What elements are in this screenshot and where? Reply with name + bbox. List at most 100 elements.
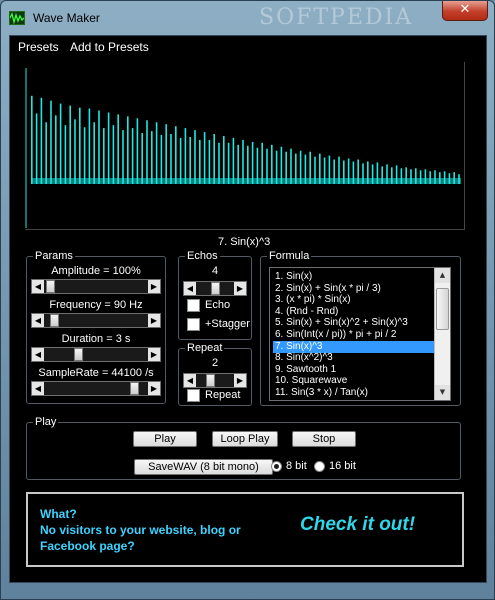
play-button[interactable]: Play: [133, 431, 197, 447]
slider-thumb[interactable]: [211, 282, 220, 295]
waveform-bar: [131, 128, 134, 184]
waveform-bar: [79, 107, 81, 184]
right-arrow-icon[interactable]: ▶: [148, 348, 160, 361]
8bit-radio[interactable]: [271, 461, 282, 472]
slider-thumb[interactable]: [74, 348, 83, 361]
params-group: Params Amplitude = 100% ◀ ▶ Frequency = …: [26, 250, 166, 404]
current-formula: 7. Sin(x)^3: [218, 236, 271, 248]
close-button[interactable]: ✕: [442, 1, 488, 21]
formula-list-item[interactable]: 6. Sin(Int(x / pi)) * pi + pi / 2: [273, 329, 439, 341]
frequency-label: Frequency = 90 Hz: [49, 299, 143, 311]
left-arrow-icon[interactable]: ◀: [184, 374, 196, 387]
right-arrow-icon[interactable]: ▶: [148, 280, 160, 293]
right-arrow-icon[interactable]: ▶: [148, 382, 160, 395]
formula-list-item[interactable]: 11. Sin(3 * x) / Tan(x): [273, 387, 439, 399]
waveform-bar: [146, 120, 148, 184]
left-arrow-icon[interactable]: ◀: [32, 280, 44, 293]
waveform-bar: [155, 122, 158, 184]
waveform-bar: [227, 142, 230, 184]
params-group-title: Params: [33, 250, 75, 262]
scroll-up-icon[interactable]: ▲: [435, 268, 450, 283]
waveform-bar: [208, 139, 211, 184]
client-area: Presets Add to Presets 7. Sin(x)^3 Param…: [9, 35, 487, 583]
right-arrow-icon[interactable]: ▶: [148, 314, 160, 327]
waveform-bar: [69, 105, 71, 184]
formula-listbox[interactable]: 1. Sin(x) 2. Sin(x) + Sin(x * pi / 3) 3. (…: [269, 267, 451, 401]
formula-list-item[interactable]: 4. (Rnd - Rnd): [273, 306, 439, 318]
echo-checkbox[interactable]: [187, 299, 200, 312]
formula-list-item[interactable]: 9. Sawtooth 1: [273, 364, 439, 376]
stop-button[interactable]: Stop: [292, 431, 356, 447]
waveform-bar: [98, 110, 100, 184]
echos-group: Echos 4 ◀ ▶ Echo +Stagger: [178, 250, 252, 340]
samplerate-slider[interactable]: ◀ ▶: [31, 381, 161, 396]
16bit-label: 16 bit: [329, 460, 356, 472]
waveform-display: [25, 62, 465, 230]
right-arrow-icon[interactable]: ▶: [234, 282, 246, 295]
waveform-plot: [25, 68, 461, 228]
formula-list-item[interactable]: 5. Sin(x) + Sin(x)^2 + Sin(x)^3: [273, 317, 439, 329]
left-arrow-icon[interactable]: ◀: [32, 382, 44, 395]
slider-thumb[interactable]: [130, 382, 139, 395]
waveform-bar: [170, 134, 172, 184]
waveform-bar: [136, 118, 139, 184]
menu-add-to-presets[interactable]: Add to Presets: [70, 40, 149, 54]
title-bar[interactable]: Wave Maker SOFTPEDIA ✕: [1, 1, 494, 35]
slider-thumb[interactable]: [206, 374, 215, 387]
formula-list-item[interactable]: 3. (x * pi) * Sin(x): [273, 294, 439, 306]
echos-slider[interactable]: ◀ ▶: [183, 281, 247, 296]
waveform-bar: [31, 95, 33, 184]
waveform-bar: [218, 142, 220, 184]
formula-list-item[interactable]: 7. Sin(x)^3: [273, 340, 439, 353]
scroll-thumb[interactable]: [436, 288, 449, 330]
formula-group-title: Formula: [267, 250, 312, 262]
formula-scrollbar[interactable]: ▲ ▼: [434, 268, 450, 400]
waveform-bar: [261, 142, 263, 184]
scroll-down-icon[interactable]: ▼: [435, 385, 450, 400]
formula-group: Formula 1. Sin(x) 2. Sin(x) + Sin(x * pi …: [260, 250, 461, 406]
save-wav-button[interactable]: SaveWAV (8 bit mono): [134, 459, 273, 475]
app-wave-icon: [9, 11, 25, 25]
formula-list-item[interactable]: 8. Sin(x^2)^3: [273, 352, 439, 364]
formula-list-item[interactable]: 2. Sin(x) + Sin(x * pi / 3): [273, 283, 439, 295]
repeat-value: 2: [211, 357, 219, 369]
repeat-checkbox[interactable]: [187, 389, 200, 402]
waveform-bar: [194, 130, 196, 184]
waveform-bar: [184, 128, 187, 184]
formula-list-item[interactable]: 1. Sin(x): [273, 271, 439, 283]
repeat-group: Repeat 2 ◀ ▶ Repeat: [178, 342, 252, 406]
waveform-bar: [103, 128, 105, 184]
left-arrow-icon[interactable]: ◀: [32, 314, 44, 327]
right-arrow-icon[interactable]: ▶: [234, 374, 246, 387]
waveform-bar: [83, 127, 86, 184]
waveform-bar: [45, 122, 47, 184]
waveform-bar: [93, 122, 95, 184]
formula-list-item[interactable]: 10. Squarewave: [273, 375, 439, 387]
waveform-bar: [242, 139, 244, 184]
waveform-bar: [107, 112, 110, 184]
16bit-radio[interactable]: [314, 461, 325, 472]
amplitude-label: Amplitude = 100%: [51, 265, 141, 277]
slider-thumb[interactable]: [50, 314, 59, 327]
duration-slider[interactable]: ◀ ▶: [31, 347, 161, 362]
loop-play-button[interactable]: Loop Play: [212, 431, 278, 447]
waveform-bar: [141, 133, 143, 184]
waveform-bar: [165, 124, 167, 184]
waveform-bar: [175, 126, 177, 184]
amplitude-slider[interactable]: ◀ ▶: [31, 279, 161, 294]
menu-presets[interactable]: Presets: [18, 40, 59, 54]
promo-banner[interactable]: What? No visitors to your website, blog …: [26, 492, 464, 567]
repeat-slider[interactable]: ◀ ▶: [183, 373, 247, 388]
stagger-checkbox[interactable]: [187, 318, 200, 331]
banner-message: What? No visitors to your website, blog …: [40, 506, 241, 554]
waveform-bar: [251, 141, 254, 184]
waveform-bar: [213, 134, 215, 184]
left-arrow-icon[interactable]: ◀: [184, 282, 196, 295]
frequency-slider[interactable]: ◀ ▶: [31, 313, 161, 328]
play-group: Play Play Loop Play Stop SaveWAV (8 bit …: [26, 416, 461, 480]
waveform-bar: [74, 119, 76, 184]
echos-group-title: Echos: [185, 250, 220, 262]
banner-cta-link[interactable]: Check it out!: [300, 514, 415, 536]
left-arrow-icon[interactable]: ◀: [32, 348, 44, 361]
slider-thumb[interactable]: [46, 280, 55, 293]
